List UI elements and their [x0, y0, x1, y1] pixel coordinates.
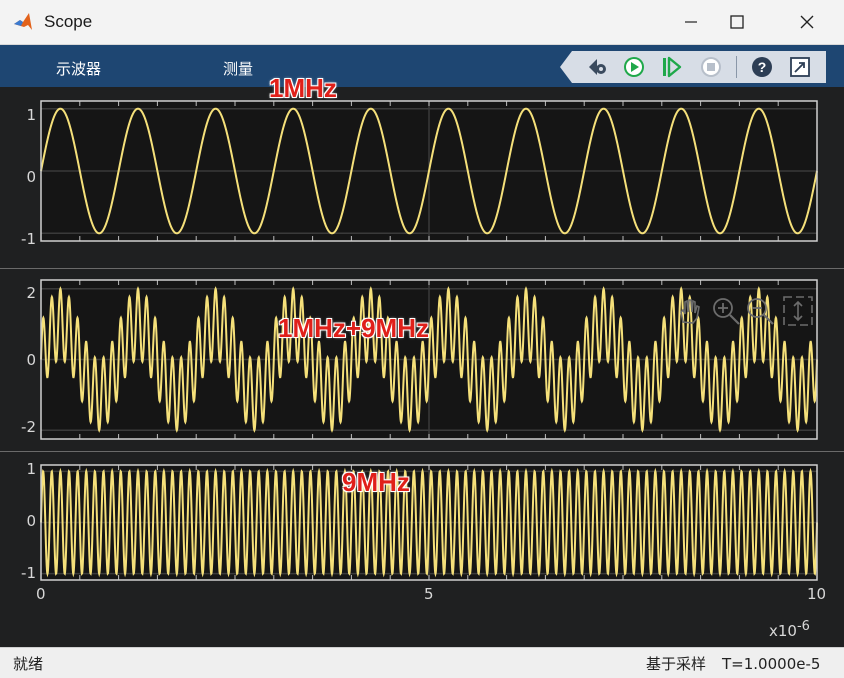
help-button[interactable]: ? — [748, 53, 776, 81]
undock-icon — [790, 57, 810, 77]
zoom-in-icon[interactable] — [709, 294, 743, 328]
menu-oscilloscope[interactable]: 示波器 — [56, 58, 101, 79]
annotation-9mhz: 9MHz — [342, 467, 410, 497]
status-time: T=1.0000e-5 — [722, 655, 821, 673]
x-multiplier-base: x10 — [769, 622, 797, 640]
ytick-mid-0: 0 — [26, 351, 36, 369]
undock-button[interactable] — [786, 53, 814, 81]
toolbar-separator — [736, 56, 737, 78]
x-multiplier-exponent: -6 — [796, 619, 810, 634]
scope-panel-3[interactable] — [40, 464, 818, 581]
window-titlebar: Scope — [0, 0, 844, 45]
xtick-0: 0 — [36, 585, 46, 603]
step-forward-icon — [663, 56, 682, 78]
ytick-bot-neg1: -1 — [21, 564, 36, 582]
ytick-bot-0: 0 — [26, 512, 36, 530]
scope-panel-1[interactable] — [40, 100, 818, 242]
annotation-1mhz: 1MHz — [269, 73, 337, 103]
window-title: Scope — [44, 12, 93, 31]
settings-button[interactable] — [583, 53, 611, 81]
minimize-button[interactable] — [668, 0, 714, 44]
ytick-bot-1: 1 — [26, 460, 36, 478]
minimize-icon — [685, 21, 697, 23]
run-button[interactable] — [620, 53, 648, 81]
ytick-top-neg1: -1 — [21, 230, 36, 248]
ytick-mid-2: 2 — [26, 284, 36, 302]
step-forward-button[interactable] — [657, 53, 685, 81]
xtick-5: 5 — [424, 585, 434, 603]
axes-toolbar — [673, 294, 815, 328]
close-button[interactable] — [784, 0, 830, 44]
menu-measurement[interactable]: 测量 — [223, 58, 253, 79]
annotation-1mhz-9mhz: 1MHz+9MHz — [278, 313, 429, 343]
status-right: 基于采样 T=1.0000e-5 — [646, 653, 836, 674]
x-axis-multiplier: x10-6 — [769, 619, 810, 640]
panel-divider — [0, 268, 844, 269]
status-ready: 就绪 — [13, 655, 44, 673]
close-icon — [800, 15, 814, 29]
zoom-out-icon[interactable] — [743, 294, 777, 328]
maximize-button[interactable] — [714, 0, 760, 44]
stop-button[interactable] — [697, 53, 725, 81]
status-sample-mode: 基于采样 — [646, 655, 707, 673]
ytick-top-0: 0 — [26, 168, 36, 186]
help-icon: ? — [752, 57, 772, 77]
stop-icon — [701, 57, 721, 77]
settings-icon — [589, 59, 606, 75]
pan-icon[interactable] — [673, 294, 707, 328]
status-bar: 就绪 基于采样 T=1.0000e-5 — [0, 647, 844, 678]
xtick-10: 10 — [807, 585, 827, 603]
panel-divider — [0, 451, 844, 452]
svg-text:?: ? — [758, 59, 767, 75]
run-icon — [624, 57, 644, 77]
matlab-logo-icon — [14, 13, 32, 30]
ytick-mid-neg2: -2 — [21, 418, 36, 436]
autoscale-y-icon[interactable] — [781, 294, 815, 328]
plots-canvas[interactable] — [0, 87, 844, 647]
maximize-icon — [730, 15, 744, 29]
ytick-top-1: 1 — [26, 106, 36, 124]
